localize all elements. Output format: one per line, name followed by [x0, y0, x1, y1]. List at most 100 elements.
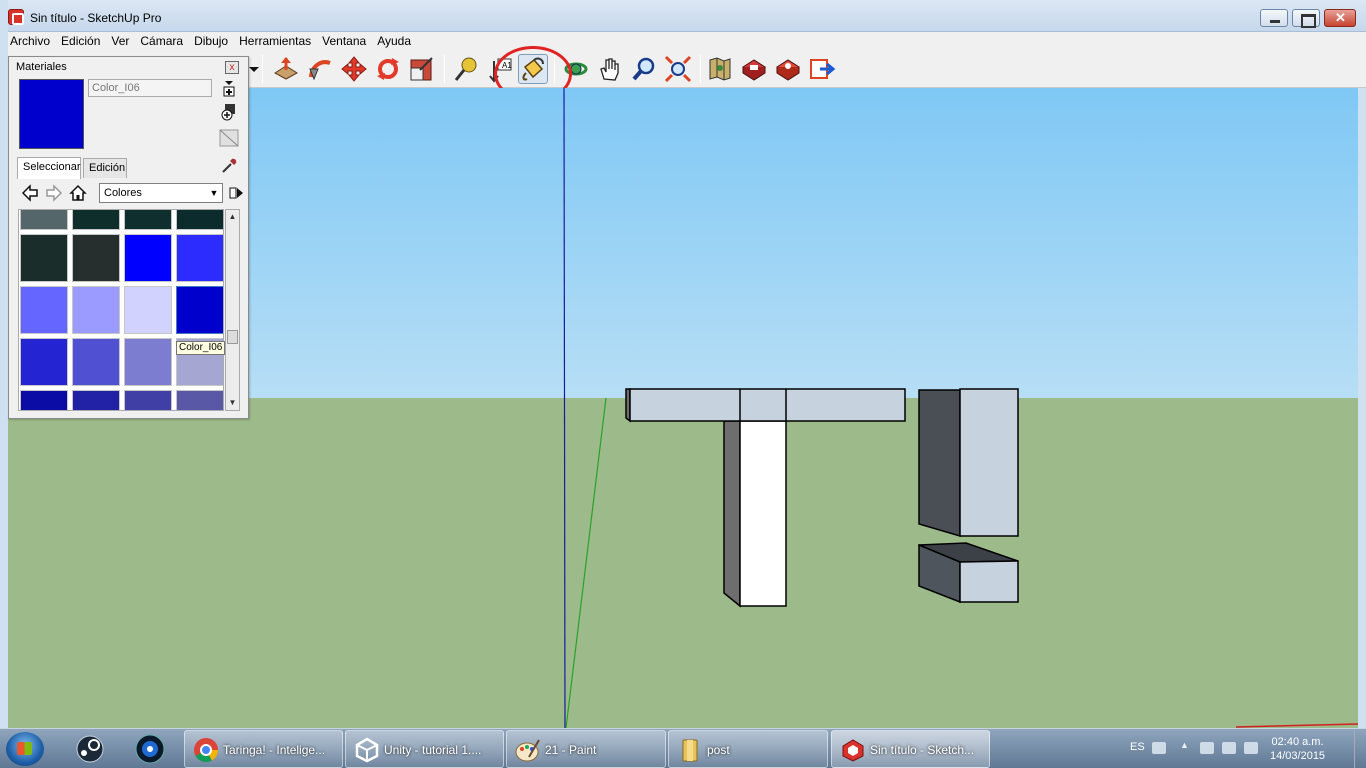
material-swatch[interactable] — [72, 390, 120, 410]
close-window-button[interactable] — [1324, 9, 1356, 27]
steam-icon[interactable] — [70, 733, 110, 765]
chrome-icon — [193, 737, 219, 763]
taskbar-folder[interactable]: post — [668, 730, 828, 768]
material-swatch[interactable] — [124, 234, 172, 282]
tape-measure-icon[interactable] — [452, 55, 480, 83]
taskbar-unity[interactable]: Unity - tutorial 1.... — [345, 730, 504, 768]
materials-close-button[interactable]: x — [225, 61, 239, 74]
material-swatch[interactable] — [124, 338, 172, 386]
toolbar-separator — [700, 55, 701, 83]
post-box — [723, 420, 787, 608]
materials-panel-title: Materiales — [16, 61, 67, 73]
follow-me-icon[interactable] — [306, 55, 334, 83]
material-swatch[interactable] — [20, 210, 68, 230]
start-button[interactable] — [6, 732, 44, 766]
sample-paint-eyedropper-icon[interactable] — [220, 157, 238, 175]
display-secondary-pane-icon[interactable] — [219, 79, 239, 97]
show-desktop-button[interactable] — [1354, 729, 1366, 768]
menu-camara[interactable]: Cámara — [134, 32, 188, 49]
material-swatch[interactable] — [72, 338, 120, 386]
sketchup-app-icon[interactable] — [8, 9, 24, 25]
warehouse-icon[interactable] — [740, 55, 768, 83]
map-location-icon[interactable] — [706, 55, 734, 83]
menu-herramientas[interactable]: Herramientas — [233, 32, 316, 49]
menu-ventana[interactable]: Ventana — [316, 32, 371, 49]
forward-arrow-icon[interactable] — [45, 184, 63, 202]
minimize-button[interactable] — [1260, 9, 1288, 27]
task-label: Taringa! - Intelige... — [223, 743, 326, 757]
material-swatch[interactable] — [72, 234, 120, 282]
taskbar-chrome[interactable]: Taringa! - Intelige... — [184, 730, 343, 768]
language-indicator[interactable]: ES — [1130, 741, 1145, 753]
material-swatch[interactable] — [176, 210, 223, 230]
small-box — [918, 542, 1019, 604]
material-swatch[interactable] — [176, 390, 223, 410]
scroll-up-icon[interactable]: ▲ — [226, 210, 239, 224]
home-icon[interactable] — [69, 184, 87, 202]
window-title: Sin título - SketchUp Pro — [30, 11, 162, 25]
taskbar-paint[interactable]: 21 - Paint — [506, 730, 666, 768]
material-swatch[interactable] — [124, 210, 172, 230]
push-pull-icon[interactable] — [272, 55, 300, 83]
menu-archivo[interactable]: Archivo — [0, 32, 55, 49]
folder-icon — [677, 737, 703, 763]
keyboard-icon[interactable] — [1152, 742, 1166, 754]
clock[interactable]: 02:40 a.m. 14/03/2015 — [1270, 735, 1325, 763]
zoom-icon[interactable] — [630, 55, 658, 83]
menu-ver[interactable]: Ver — [105, 32, 134, 49]
details-arrow-icon[interactable] — [228, 184, 246, 202]
rotate-icon[interactable] — [374, 55, 402, 83]
current-material-swatch — [19, 79, 84, 149]
menu-dibujo[interactable]: Dibujo — [188, 32, 233, 49]
material-swatch[interactable] — [20, 338, 68, 386]
windows-taskbar: Taringa! - Intelige... Unity - tutorial … — [0, 728, 1366, 768]
material-swatch[interactable] — [20, 390, 68, 410]
material-swatch[interactable] — [72, 210, 120, 230]
pan-icon[interactable] — [596, 55, 624, 83]
components-warehouse-icon[interactable] — [774, 55, 802, 83]
material-swatch[interactable] — [124, 390, 172, 410]
tab-edicion[interactable]: Edición — [83, 158, 127, 178]
back-arrow-icon[interactable] — [21, 184, 39, 202]
materials-navigation-row: Colores ▼ — [17, 182, 243, 206]
material-swatch[interactable] — [176, 286, 223, 334]
material-swatch[interactable] — [124, 286, 172, 334]
share-model-icon[interactable] — [808, 55, 836, 83]
scroll-down-icon[interactable]: ▼ — [226, 396, 239, 410]
clock-time: 02:40 a.m. — [1271, 736, 1324, 748]
tab-seleccionar[interactable]: Seleccionar — [17, 157, 81, 179]
title-bar: Sin título - SketchUp Pro — [0, 0, 1366, 32]
clock-date: 14/03/2015 — [1270, 750, 1326, 762]
taskbar-sketchup[interactable]: Sin título - Sketch... — [831, 730, 990, 768]
move-icon[interactable] — [340, 55, 368, 83]
volume-icon[interactable] — [1244, 742, 1258, 754]
tall-box — [918, 388, 1019, 538]
material-swatch[interactable] — [20, 234, 68, 282]
toolbar-separator — [444, 55, 445, 83]
default-material-icon[interactable] — [219, 129, 239, 147]
create-material-icon[interactable] — [219, 103, 239, 121]
blue-axis-line — [563, 88, 566, 728]
media-center-icon[interactable] — [130, 733, 170, 765]
paint-icon — [515, 737, 541, 763]
menu-edicion[interactable]: Edición — [55, 32, 105, 49]
material-name-field[interactable]: Color_I06 — [88, 79, 212, 97]
chevron-down-icon: ▼ — [209, 188, 219, 198]
unity-icon — [354, 737, 380, 763]
action-center-flag-icon[interactable] — [1222, 742, 1236, 754]
material-swatch[interactable] — [176, 234, 223, 282]
swatch-scrollbar[interactable]: ▲ ▼ — [225, 209, 240, 411]
menu-ayuda[interactable]: Ayuda — [371, 32, 416, 49]
zoom-extents-icon[interactable] — [664, 55, 692, 83]
network-icon[interactable] — [1200, 742, 1214, 754]
maximize-button[interactable] — [1292, 9, 1320, 28]
window-left-border — [0, 0, 8, 768]
collection-select[interactable]: Colores ▼ — [99, 183, 223, 203]
material-swatch[interactable] — [72, 286, 120, 334]
material-swatch[interactable] — [20, 286, 68, 334]
show-hidden-icons-icon[interactable]: ▲ — [1180, 740, 1190, 752]
scroll-thumb[interactable] — [227, 330, 238, 344]
toolbar-separator — [262, 55, 263, 83]
scale-icon[interactable] — [408, 55, 436, 83]
sketchup-icon — [840, 737, 866, 763]
